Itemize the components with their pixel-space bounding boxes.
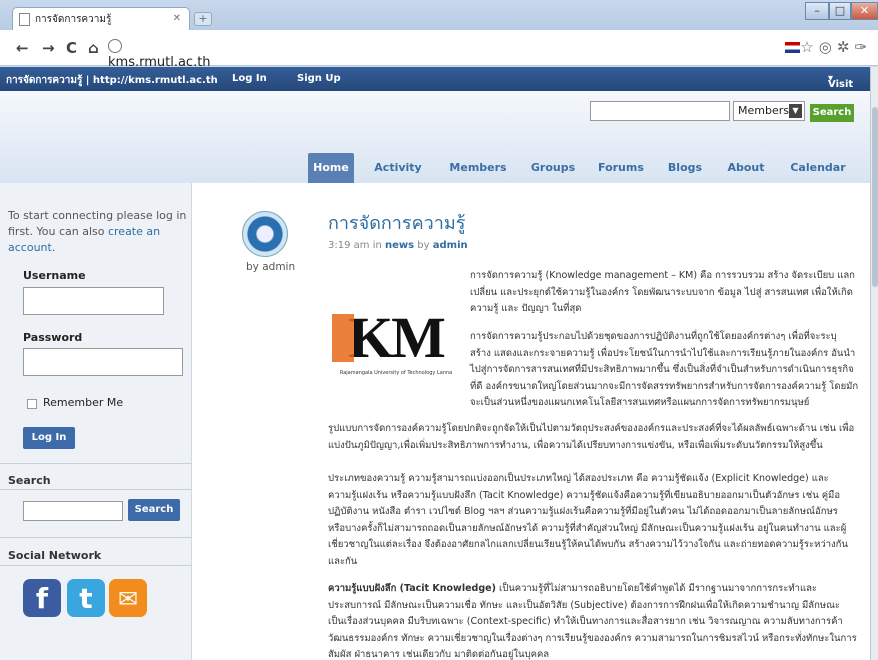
author-avatar[interactable] — [242, 211, 288, 257]
visit-menu[interactable]: Visit ▾ — [828, 73, 853, 90]
tab-title: การจัดการความรู้ — [35, 14, 112, 25]
divider — [0, 537, 192, 538]
divider — [0, 489, 192, 490]
close-window-button[interactable]: ✕ — [851, 2, 878, 20]
divider — [0, 463, 192, 464]
main-nav: Home Activity Members Groups Forums Blog… — [308, 153, 870, 183]
sidebar-search-button[interactable]: Search — [128, 499, 180, 521]
divider — [0, 565, 192, 566]
main-content: by admin การจัดการความรู้ 3:19 am in new… — [192, 183, 870, 660]
post-meta: 3:19 am in news by admin — [328, 240, 468, 251]
nav-forums[interactable]: Forums — [598, 153, 644, 183]
nav-blogs[interactable]: Blogs — [663, 153, 707, 183]
browser-toolbar: ← → C ⌂ kms.rmutl.ac.th ☆◎✲✑ — [0, 30, 878, 70]
category-link[interactable]: news — [385, 240, 414, 251]
post-paragraph-5: ความรู้แบบฝังลึก (Tacit Knowledge) เป็นค… — [328, 583, 857, 660]
scrollbar[interactable] — [870, 67, 878, 660]
title-bar: การจัดการความรู้ ✕ + – □ ✕ — [0, 0, 878, 31]
post-title[interactable]: การจัดการความรู้ — [328, 208, 465, 237]
admin-bar: การจัดการความรู้ | http://kms.rmutl.ac.t… — [0, 67, 870, 91]
remember-label: Remember Me — [43, 396, 124, 409]
email-icon[interactable]: ✉ — [109, 579, 147, 617]
back-icon[interactable]: ← — [16, 39, 29, 57]
site-link[interactable]: การจัดการความรู้ | http://kms.rmutl.ac.t… — [6, 73, 218, 88]
twitter-icon[interactable]: t — [67, 579, 105, 617]
nav-groups[interactable]: Groups — [528, 153, 578, 183]
header-search-input[interactable] — [590, 101, 730, 121]
nav-home[interactable]: Home — [308, 153, 354, 183]
nav-activity[interactable]: Activity — [370, 153, 426, 183]
post-paragraph-4: ประเภทของความรู้ ความรู้สามารถแบ่งออกเป็… — [328, 473, 848, 567]
username-label: Username — [23, 269, 86, 282]
post-paragraph-3: รูปแบบการจัดการองค์ความรู้โดยปกติจะถูกจั… — [328, 423, 855, 451]
login-button[interactable]: Log In — [23, 427, 75, 449]
login-intro: To start connecting please log in first.… — [8, 209, 187, 254]
avatar-byline: by admin — [246, 261, 296, 273]
username-field[interactable] — [23, 287, 164, 315]
address-bar[interactable]: kms.rmutl.ac.th — [108, 36, 211, 70]
new-tab-button[interactable]: + — [194, 12, 212, 26]
login-link[interactable]: Log In — [232, 73, 267, 84]
post-paragraph-1: การจัดการความรู้ (Knowledge management –… — [470, 270, 855, 314]
social-heading: Social Network — [8, 549, 102, 562]
star-icon[interactable]: ☆ — [800, 38, 818, 56]
nav-calendar[interactable]: Calendar — [784, 153, 852, 183]
browser-window: การจัดการความรู้ ✕ + – □ ✕ ← → C ⌂ kms.r… — [0, 0, 878, 660]
wrench-icon[interactable]: ✑ — [854, 38, 872, 56]
nav-about[interactable]: About — [724, 153, 768, 183]
author-link[interactable]: admin — [433, 240, 468, 251]
extension-icon[interactable]: ◎ — [819, 38, 837, 56]
site-header: Members ▼ Search Home Activity Members Gr… — [0, 91, 870, 183]
toolbar-icons: ☆◎✲✑ — [785, 38, 872, 56]
search-heading: Search — [8, 474, 51, 487]
forward-icon[interactable]: → — [42, 39, 55, 57]
post-paragraph-2: การจัดการความรู้ประกอบไปด้วยชุดของการปฏิ… — [470, 331, 859, 408]
home-icon[interactable]: ⌂ — [88, 39, 99, 57]
reload-icon[interactable]: C — [66, 39, 77, 57]
search-scope-select[interactable]: Members ▼ — [733, 101, 805, 121]
create-account-link[interactable]: create an — [108, 225, 160, 238]
minimize-button[interactable]: – — [805, 2, 829, 20]
sidebar: To start connecting please log in first.… — [0, 183, 192, 660]
signup-link[interactable]: Sign Up — [297, 73, 341, 84]
browser-tab[interactable]: การจัดการความรู้ ✕ — [12, 7, 190, 31]
chevron-down-icon: ▼ — [789, 104, 802, 118]
logo-caption: Rajamangala University of Technology Lan… — [339, 370, 453, 376]
password-field[interactable] — [23, 348, 183, 376]
page: Members ▼ Search Home Activity Members Gr… — [0, 91, 870, 660]
header-search-button[interactable]: Search — [810, 104, 854, 122]
page-icon — [19, 12, 30, 26]
flag-icon[interactable] — [785, 42, 801, 53]
page-info-icon — [108, 39, 122, 53]
settings-icon[interactable]: ✲ — [837, 38, 855, 56]
password-label: Password — [23, 331, 83, 344]
close-tab-icon[interactable]: ✕ — [173, 13, 181, 24]
logo-accent — [332, 314, 354, 362]
maximize-button[interactable]: □ — [829, 2, 851, 20]
nav-members[interactable]: Members — [448, 153, 508, 183]
scrollbar-thumb[interactable] — [872, 107, 878, 287]
sidebar-search-input[interactable] — [23, 501, 123, 521]
account-link[interactable]: account — [8, 241, 52, 254]
facebook-icon[interactable]: f — [23, 579, 61, 617]
km-logo: KM Rajamangala University of Technology … — [332, 308, 460, 380]
remember-checkbox[interactable] — [27, 399, 37, 409]
